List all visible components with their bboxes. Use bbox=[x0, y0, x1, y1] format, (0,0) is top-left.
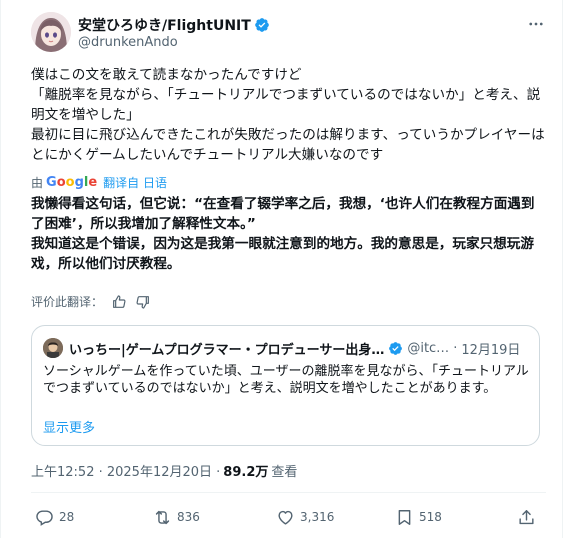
tweet-detail: 安堂ひろゆき/FlightUNIT @drunkenAndo 僕はこの文を敢えて… bbox=[0, 0, 563, 538]
thumbs-down-icon[interactable] bbox=[135, 294, 151, 310]
author-display-name[interactable]: 安堂ひろゆき/FlightUNIT bbox=[78, 15, 251, 35]
repost-icon bbox=[155, 510, 170, 524]
tweet-header: 安堂ひろゆき/FlightUNIT @drunkenAndo bbox=[31, 12, 546, 56]
quoted-tweet-header: いっちー|ゲームプログラマー・プロデューサー出身… @itc… · 12月19日 bbox=[43, 338, 529, 358]
quoted-author-avatar bbox=[43, 338, 63, 358]
translated-by-label: 由 bbox=[31, 176, 44, 190]
translated-text: 我懒得看这句话，但它说：“在查看了辍学率之后，我想，‘也许人们在教程方面遇到了困… bbox=[31, 196, 535, 272]
bookmark-count: 518 bbox=[419, 510, 442, 524]
reply-count: 28 bbox=[59, 510, 75, 524]
share-icon bbox=[519, 509, 534, 524]
quoted-tweet-text: ソーシャルゲームを作っていた頃、ユーザーの離脱率を見ながら、「チュートリアルでつ… bbox=[43, 364, 529, 396]
like-button[interactable]: 3,316 bbox=[276, 505, 334, 529]
quoted-author-name: いっちー|ゲームプログラマー・プロデューサー出身… bbox=[69, 342, 385, 358]
share-button[interactable] bbox=[517, 505, 541, 529]
view-count: 89.2万 bbox=[223, 465, 269, 480]
thumbs-up-icon[interactable] bbox=[111, 294, 127, 310]
rate-translation-label: 评价此翻译： bbox=[31, 295, 104, 309]
quoted-separator: · bbox=[453, 340, 458, 356]
repost-count: 836 bbox=[177, 510, 200, 524]
quoted-date: 12月19日 bbox=[461, 342, 521, 358]
verified-badge-icon bbox=[389, 341, 403, 355]
verified-badge-icon bbox=[254, 18, 269, 32]
translated-from-link[interactable]: 翻译自 日语 bbox=[103, 174, 167, 191]
more-options-button[interactable] bbox=[526, 14, 546, 34]
reply-button[interactable]: 28 bbox=[35, 505, 74, 529]
rate-translation: 评价此翻译： bbox=[31, 293, 151, 310]
reply-icon bbox=[36, 509, 53, 526]
repost-button[interactable]: 836 bbox=[153, 505, 200, 529]
author-avatar[interactable] bbox=[31, 12, 71, 52]
author-handle[interactable]: @drunkenAndo bbox=[78, 35, 178, 50]
quoted-author-handle: @itc… bbox=[407, 340, 450, 356]
heart-icon bbox=[278, 510, 293, 525]
tweet-meta: 上午12:52 · 2025年12月20日 · 89.2万 查看 bbox=[31, 461, 297, 480]
view-label: 查看 bbox=[271, 465, 298, 480]
google-logo: Google bbox=[46, 175, 98, 190]
tweet-timestamp[interactable]: 上午12:52 · 2025年12月20日 · bbox=[31, 461, 220, 480]
show-more-link[interactable]: 显示更多 bbox=[43, 417, 95, 436]
divider bbox=[31, 492, 546, 493]
translation-attribution: 由 Google 翻译自 日语 bbox=[31, 174, 167, 191]
tweet-text: 僕はこの文を敢えて読まなかったんですけど 「離脱率を見ながら、「チュートリアルで… bbox=[31, 67, 545, 163]
bookmark-button[interactable]: 518 bbox=[395, 505, 442, 529]
author-name-row: 安堂ひろゆき/FlightUNIT bbox=[78, 15, 270, 35]
quoted-tweet[interactable]: いっちー|ゲームプログラマー・プロデューサー出身… @itc… · 12月19日… bbox=[31, 325, 540, 446]
action-bar: 28 836 3,316 518 bbox=[31, 505, 546, 529]
more-dots-icon bbox=[529, 22, 543, 26]
like-count: 3,316 bbox=[300, 510, 335, 524]
bookmark-icon bbox=[398, 509, 411, 525]
